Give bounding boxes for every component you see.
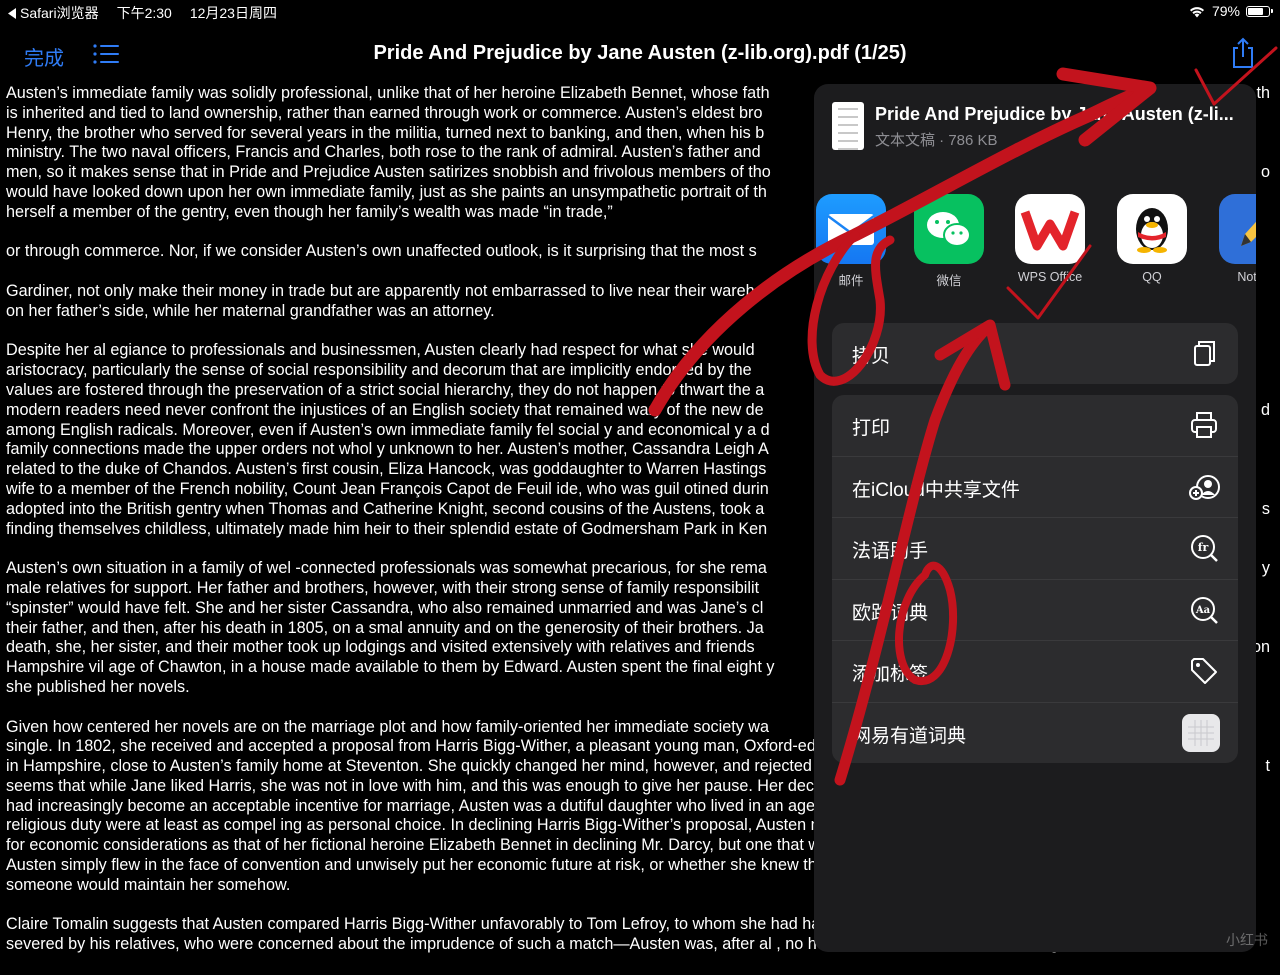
list-icon[interactable] [92, 42, 120, 66]
share-icon[interactable] [1228, 36, 1258, 70]
fr-search-icon: fr [1191, 535, 1218, 562]
printer-icon [1191, 412, 1217, 438]
file-meta: 文本文稿 · 786 KB [875, 132, 998, 149]
share-app-label: Notab [1237, 270, 1256, 284]
mail-icon [816, 194, 886, 264]
svg-text:Aa: Aa [1195, 605, 1211, 616]
app-thumb-icon [1182, 713, 1220, 752]
action-french-helper[interactable]: 法语助手 fr [832, 518, 1238, 580]
back-arrow-icon [8, 7, 16, 19]
copy-group: 拷贝 [832, 323, 1238, 384]
action-label: 欧路词典 [852, 602, 929, 624]
tag-icon [1191, 658, 1217, 684]
action-label: 打印 [852, 418, 891, 439]
doc-line-fragment: t [1265, 757, 1271, 776]
action-label: 法语助手 [852, 541, 929, 562]
watermark: 小红书 [1226, 932, 1268, 948]
copy-icon [1194, 341, 1215, 366]
doc-line-fragment: d [1260, 400, 1270, 419]
document-title: Pride And Prejudice by Jane Austen (z-li… [373, 42, 907, 64]
aa-search-icon: Aa [1191, 596, 1218, 624]
share-app-qq[interactable]: QQ [1112, 194, 1192, 284]
share-app-label: 邮件 [838, 274, 864, 288]
status-date: 12月23日周四 [189, 5, 277, 21]
file-thumbnail [832, 102, 864, 150]
done-button[interactable]: 完成 [24, 42, 64, 71]
wifi-icon [1189, 6, 1204, 17]
action-youdao[interactable]: 网易有道词典 [832, 703, 1238, 764]
share-sheet-header: Pride And Prejudice by Jane Austen (z-li… [814, 84, 1256, 170]
action-label: 网易有道词典 [852, 725, 967, 747]
status-bar: Safari浏览器 下午2:30 12月23日周四 79% [0, 0, 1280, 24]
doc-line-fragment: y [1261, 559, 1270, 578]
share-sheet: Pride And Prejudice by Jane Austen (z-li… [814, 84, 1256, 952]
action-group: 打印 在iCloud中共享文件 法语助手 fr 欧路词典 Aa 添加标签 网易有… [832, 395, 1238, 763]
back-app-label: Safari浏览器 [20, 5, 99, 21]
doc-line-fragment: o [1260, 163, 1270, 182]
person-add-icon [1189, 474, 1220, 500]
share-app-label: QQ [1142, 270, 1162, 284]
action-copy[interactable]: 拷贝 [832, 323, 1238, 384]
wechat-icon [914, 194, 984, 264]
share-app-mail[interactable]: 邮件 [814, 194, 891, 289]
battery-percent: 79% [1211, 3, 1240, 19]
battery-icon [1246, 5, 1273, 17]
wps-office-icon [1015, 194, 1085, 264]
action-icloud-share[interactable]: 在iCloud中共享文件 [832, 457, 1238, 518]
action-eudic[interactable]: 欧路词典 Aa [832, 580, 1238, 641]
share-app-notability[interactable]: Notab [1214, 194, 1256, 284]
status-time: 下午2:30 [116, 5, 172, 21]
action-print[interactable]: 打印 [832, 395, 1238, 457]
action-label: 在iCloud中共享文件 [852, 479, 1020, 501]
share-app-wechat[interactable]: 微信 [909, 194, 989, 289]
action-label: 添加标签 [852, 664, 929, 685]
share-app-row: 邮件 微信 WPS Office QQ Notab [814, 194, 1256, 304]
doc-line-fragment: s [1261, 499, 1270, 518]
share-app-label: 微信 [936, 274, 962, 288]
file-name: Pride And Prejudice by Jane Austen (z-li… [875, 104, 1234, 124]
doc-line-fragment: th [1256, 84, 1270, 102]
share-app-wps[interactable]: WPS Office [1010, 194, 1090, 284]
qq-penguin-icon [1117, 194, 1187, 264]
notability-icon [1219, 194, 1256, 264]
action-label: 拷贝 [852, 346, 891, 367]
svg-text:fr: fr [1198, 541, 1209, 554]
nav-bar: 完成 Pride And Prejudice by Jane Austen (z… [0, 28, 1280, 80]
action-add-tag[interactable]: 添加标签 [832, 641, 1238, 703]
share-app-label: WPS Office [1017, 270, 1083, 284]
back-to-app-button[interactable]: Safari浏览器 [8, 3, 99, 23]
